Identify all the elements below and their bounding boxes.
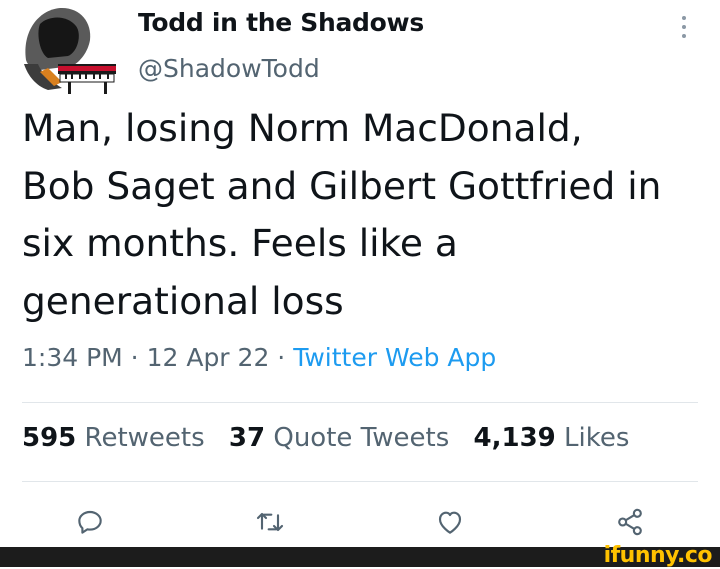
quote-tweets-stat[interactable]: 37 Quote Tweets	[229, 423, 449, 453]
divider	[22, 402, 698, 403]
like-icon	[438, 511, 462, 534]
divider	[22, 481, 698, 482]
hooded-figure-piano-avatar[interactable]	[18, 4, 118, 96]
tweet-time[interactable]: 1:34 PM	[22, 343, 123, 372]
quote-tweets-label: Quote Tweets	[273, 423, 450, 453]
reply-button[interactable]	[70, 502, 110, 542]
reply-icon	[78, 510, 102, 534]
quote-tweets-count: 37	[228, 423, 266, 453]
tweet-meta: 1:34 PM · 12 Apr 22 · Twitter Web App	[22, 343, 496, 372]
tweet-date[interactable]: 12 Apr 22	[147, 343, 270, 372]
ifunny-watermark: ifunny.co	[603, 543, 713, 568]
retweets-stat[interactable]: 595 Retweets	[22, 423, 205, 453]
author-display-name[interactable]: Todd in the Shadows	[138, 8, 424, 37]
likes-stat[interactable]: 4,139 Likes	[474, 423, 630, 453]
share-button[interactable]	[610, 502, 650, 542]
retweets-count: 595	[22, 423, 77, 453]
more-options-icon[interactable]	[672, 16, 696, 42]
likes-count: 4,139	[473, 423, 556, 453]
retweet-icon	[256, 512, 284, 532]
meta-separator: ·	[269, 343, 294, 372]
likes-label: Likes	[564, 423, 630, 453]
watermark-bar: ifunny.co	[0, 543, 720, 568]
tweet-text: Man, losing Norm MacDonald, Bob Saget an…	[22, 106, 662, 323]
retweet-button[interactable]	[250, 502, 290, 542]
retweets-label: Retweets	[84, 423, 205, 453]
author-handle[interactable]: @ShadowTodd	[138, 54, 320, 83]
tweet-stats: 595 Retweets 37 Quote Tweets 4,139 Likes	[22, 423, 645, 453]
share-icon	[618, 508, 642, 536]
like-button[interactable]	[430, 502, 470, 542]
tweet-source-link[interactable]: Twitter Web App	[293, 343, 496, 372]
meta-separator: ·	[122, 343, 147, 372]
